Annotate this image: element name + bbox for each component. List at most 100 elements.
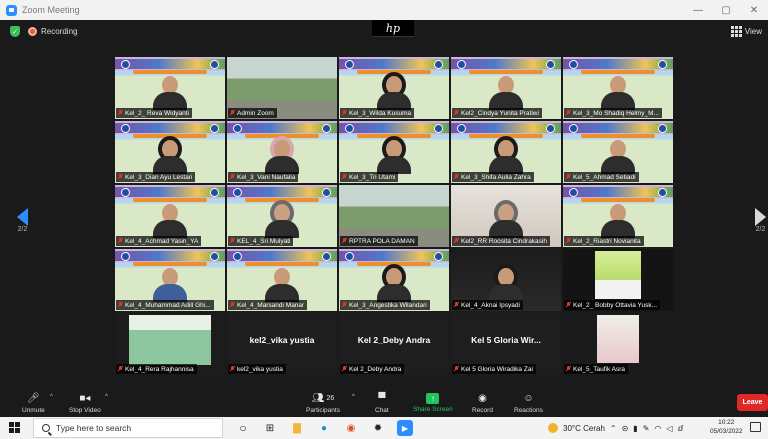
reactions-button[interactable]: ☺ Reactions: [514, 392, 543, 414]
wifi-icon[interactable]: ◠: [654, 424, 661, 433]
participant-tile[interactable]: Admin Zoom: [227, 57, 337, 119]
close-button[interactable]: ✕: [740, 0, 768, 20]
participant-name: Kel2_Cindya Yunita Pratiwi: [461, 109, 539, 117]
recording-indicator[interactable]: Recording: [28, 27, 77, 36]
minimize-button[interactable]: —: [684, 0, 712, 20]
event-banner: [115, 251, 225, 261]
participant-name-tag: Kel 5 Gloria Wiradika Zai: [452, 364, 536, 374]
university-logo-icon: [345, 60, 354, 69]
participant-tile[interactable]: Kel_4_Aknai Ipsyadi: [451, 249, 561, 311]
participant-video: [377, 140, 411, 174]
participant-tile[interactable]: Kel_3_Mo Shadiq Helmy_M...: [563, 57, 673, 119]
task-view-icon[interactable]: ⊞: [262, 420, 278, 436]
participant-display-name: Kel 2_Deby Andra: [357, 335, 431, 345]
participant-tile[interactable]: Kel_5_Ahmad Setiadi: [563, 121, 673, 183]
next-page-button[interactable]: 2/2: [755, 208, 766, 233]
participant-video: [489, 140, 523, 174]
participant-tile[interactable]: Kel_2_ Reva Widyanti: [115, 57, 225, 119]
participant-tile[interactable]: Kel_3_Angestika Wilandari: [339, 249, 449, 311]
participant-tile[interactable]: Kel_2_Riastri Novianita: [563, 185, 673, 247]
unmute-button[interactable]: 🎤︎ Unmute: [22, 392, 45, 414]
taskbar-search-box[interactable]: Type here to search: [33, 418, 223, 438]
participant-tile[interactable]: Kel_4_Rera Rajhannisa: [115, 313, 225, 375]
language-icon[interactable]: ⅆ: [678, 424, 684, 433]
tray-chevron-icon[interactable]: ⌃: [610, 424, 617, 433]
stop-video-button[interactable]: ■◂ Stop Video: [69, 392, 101, 414]
edge-browser-icon[interactable]: ●: [316, 420, 332, 436]
participant-name: Kel_4_Aknai Ipsyadi: [461, 301, 520, 309]
participant-tile[interactable]: Kel_3_Wilda Kusuma: [339, 57, 449, 119]
weather-sun-icon[interactable]: [548, 423, 558, 433]
settings-gear-icon[interactable]: ✹: [370, 420, 386, 436]
participant-tile[interactable]: RPTRA POLA DAMAN: [339, 185, 449, 247]
participants-options-caret-icon[interactable]: ^: [352, 394, 355, 400]
network-icon[interactable]: ⊝: [622, 424, 629, 433]
participant-tile[interactable]: Kel_3_Tri Utami: [339, 121, 449, 183]
participant-name-tag: Kel_5_Taufik Asra: [564, 364, 629, 374]
participant-tile[interactable]: kel2_vika yustia kel2_vika yustia: [227, 313, 337, 375]
participant-tile[interactable]: Kel_3_Vani Naufalia: [227, 121, 337, 183]
pen-icon[interactable]: ✎: [643, 424, 650, 433]
leave-button[interactable]: Leave: [737, 394, 768, 411]
video-options-caret-icon[interactable]: ^: [105, 394, 108, 400]
banner-stripe: [357, 70, 431, 74]
clock-time: 10:22: [718, 419, 735, 426]
partner-logo-icon: [546, 124, 555, 133]
maximize-button[interactable]: ▢: [712, 0, 740, 20]
window-titlebar: Zoom Meeting — ▢ ✕: [0, 0, 768, 20]
participant-tile[interactable]: Kel_2_ Bobby Ottavia Yusk...: [563, 249, 673, 311]
chrome-browser-icon[interactable]: ◉: [343, 420, 359, 436]
participant-tile[interactable]: KEL_4_Sri Mulyati: [227, 185, 337, 247]
partner-logo-icon: [434, 124, 443, 133]
share-screen-button[interactable]: ↑ Share Screen: [413, 392, 453, 413]
participants-button[interactable]: 👥︎ 26 Participants: [306, 392, 340, 414]
view-button[interactable]: View: [730, 26, 762, 37]
participant-tile[interactable]: Kel_5_Taufik Asra: [563, 313, 673, 375]
file-explorer-icon[interactable]: ▇: [289, 420, 305, 436]
participant-tile[interactable]: Kel2_Cindya Yunita Pratiwi: [451, 57, 561, 119]
view-label: View: [744, 27, 762, 36]
participant-tile[interactable]: Kel_3_Shifa Aulia Zahra: [451, 121, 561, 183]
participant-name-tag: Kel_3_Tri Utami: [340, 172, 399, 182]
university-logo-icon: [345, 252, 354, 261]
participant-tile[interactable]: Kel_4_Achmad Yasin_YA: [115, 185, 225, 247]
participant-name-tag: Kel_3_Mo Shadiq Helmy_M...: [564, 108, 662, 118]
taskbar-apps: ○ ⊞ ▇ ● ◉ ✹ ▶: [235, 420, 413, 436]
participant-tile[interactable]: Kel_3_Dian Ayu Lestari: [115, 121, 225, 183]
participant-name-tag: Kel_4_Rera Rajhannisa: [116, 364, 197, 374]
participant-tile[interactable]: Kel 2_Deby Andra Kel 2_Deby Andra: [339, 313, 449, 375]
meeting-stage: ✓ Recording hp View 2/2 2/2 Kel_2_ Reva …: [0, 20, 768, 390]
zoom-app-icon: [6, 4, 17, 16]
muted-mic-icon: [342, 238, 347, 244]
chat-button[interactable]: ▀ Chat: [375, 392, 389, 414]
security-shield-icon[interactable]: ✓: [10, 26, 20, 37]
muted-mic-icon: [566, 238, 571, 244]
notification-center-icon[interactable]: [750, 422, 761, 432]
event-banner: [115, 187, 225, 197]
windows-start-icon[interactable]: [9, 422, 21, 434]
previous-page-button[interactable]: 2/2: [17, 208, 28, 233]
banner-stripe: [245, 198, 319, 202]
gallery-grid: Kel_2_ Reva Widyanti Admin Zoom Kel_3_Wild…: [115, 57, 673, 375]
weather-text[interactable]: 30°C Cerah: [563, 424, 605, 433]
participant-tile[interactable]: Kel_4_Muhammad Adill Ghi...: [115, 249, 225, 311]
participant-name-tag: Kel_3_Vani Naufalia: [228, 172, 299, 182]
volume-icon[interactable]: ◁: [666, 424, 672, 433]
battery-icon[interactable]: ▮: [633, 424, 637, 433]
audio-options-caret-icon[interactable]: ^: [50, 394, 53, 400]
zoom-taskbar-icon[interactable]: ▶: [397, 420, 413, 436]
banner-stripe: [469, 70, 543, 74]
participant-name-tag: Kel 2_Deby Andra: [340, 364, 405, 374]
taskbar-clock[interactable]: 10:22 05/03/2022: [710, 419, 743, 436]
muted-mic-icon: [454, 302, 459, 308]
participant-tile[interactable]: Kel_4_Marsandi Manar: [227, 249, 337, 311]
banner-stripe: [245, 134, 319, 138]
participant-video: [153, 268, 187, 302]
cortana-circle-icon[interactable]: ○: [235, 420, 251, 436]
event-banner: [339, 59, 449, 69]
windows-taskbar: Type here to search ○ ⊞ ▇ ● ◉ ✹ ▶ 30°C C…: [0, 417, 768, 439]
muted-mic-icon: [118, 366, 123, 372]
participant-tile[interactable]: Kel 5 Gloria Wir... Kel 5 Gloria Wiradika…: [451, 313, 561, 375]
participant-tile[interactable]: Kel2_RR Roosita Cindrakasih: [451, 185, 561, 247]
record-button[interactable]: ◉ Record: [472, 392, 493, 414]
